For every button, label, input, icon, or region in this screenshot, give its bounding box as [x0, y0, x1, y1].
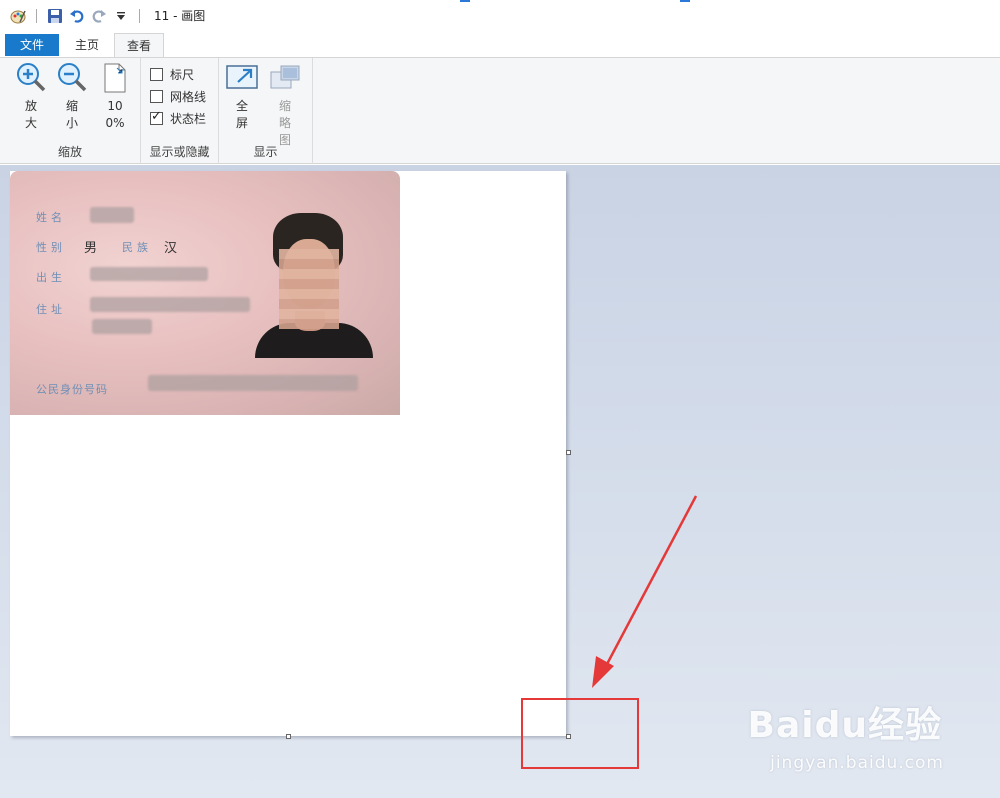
show-hide-group-label: 显示或隐藏: [149, 145, 210, 159]
ribbon-tabs: 文件 主页 查看: [0, 31, 1000, 59]
id-ethnicity-label: 民族: [122, 241, 152, 254]
id-gender-value: 男: [84, 241, 98, 256]
toolbar-separator: [139, 8, 140, 23]
status-bar-check-box[interactable]: [150, 109, 163, 125]
annotation-box: [521, 698, 639, 769]
zoom-out-icon: [58, 63, 87, 92]
rulers-label: 标尺: [170, 67, 195, 82]
tab-file[interactable]: 文件: [5, 34, 59, 56]
thumbnail-label: 缩略图: [278, 99, 291, 147]
full-screen-label: 全屏: [235, 99, 248, 130]
zoom-out-button[interactable]: 缩小: [53, 62, 91, 132]
ribbon-panel: 放大 缩小 100% 缩放 标尺 网格线 状态栏 显示或隐藏 全屏: [0, 57, 1000, 164]
blurred-address-2: [92, 319, 152, 334]
zoom-group: 放大 缩小 100% 缩放: [0, 58, 141, 164]
baidu-watermark: Baidu经验: [747, 705, 942, 746]
status-bar-label: 状态栏: [170, 111, 207, 126]
id-name-label: 姓名: [36, 211, 66, 224]
id-ethnicity-value: 汉: [164, 241, 178, 256]
full-screen-icon: [226, 65, 258, 89]
drawing-canvas[interactable]: 姓名 性别 男 民族 汉 出生 住址 公民身份号码: [10, 171, 566, 736]
page-100-icon: [104, 63, 126, 93]
customize-dropdown-icon[interactable]: [113, 8, 129, 24]
gridlines-check-box[interactable]: [150, 89, 163, 103]
id-birth-label: 出生: [36, 271, 66, 284]
zoom-in-icon: [17, 63, 46, 92]
zoom-out-label: 缩小: [65, 99, 78, 130]
zoom-100-button[interactable]: 100%: [96, 62, 134, 132]
id-address-label: 住址: [36, 303, 66, 316]
status-bar-checkbox[interactable]: 状态栏: [150, 109, 206, 127]
tab-home[interactable]: 主页: [64, 33, 110, 58]
baidu-watermark-url: jingyan.baidu.com: [770, 753, 944, 773]
photo-mosaic: [279, 249, 339, 329]
zoom-in-button[interactable]: 放大: [12, 62, 50, 132]
thumbnail-icon: [270, 65, 300, 89]
quick-access-toolbar: 11 - 画图: [10, 7, 205, 24]
display-group: 全屏 缩略图 显示: [219, 58, 313, 164]
tab-view[interactable]: 查看: [114, 33, 164, 59]
zoom-in-label: 放大: [24, 99, 37, 130]
title-accent: [680, 0, 690, 2]
undo-icon[interactable]: [69, 8, 85, 24]
paint-app-icon[interactable]: [10, 8, 26, 24]
zoom-group-label: 缩放: [57, 145, 82, 159]
blurred-birth: [90, 267, 208, 281]
title-accent: [460, 0, 470, 2]
rulers-check-box[interactable]: [150, 67, 163, 81]
blurred-name: [90, 207, 134, 223]
zoom-100-label: 100%: [105, 99, 125, 130]
id-photo: [255, 211, 373, 358]
redo-icon[interactable]: [91, 8, 107, 24]
thumbnail-button[interactable]: 缩略图: [267, 62, 303, 149]
id-gender-label: 性别: [36, 241, 66, 254]
resize-handle-right[interactable]: [566, 450, 571, 455]
full-screen-button[interactable]: 全屏: [224, 62, 260, 132]
id-number-label: 公民身份号码: [36, 383, 108, 396]
blurred-address: [90, 297, 250, 312]
save-icon[interactable]: [47, 8, 63, 24]
toolbar-separator: [36, 8, 37, 23]
id-card-image: 姓名 性别 男 民族 汉 出生 住址 公民身份号码: [10, 171, 400, 415]
show-hide-group: 标尺 网格线 状态栏 显示或隐藏: [141, 58, 219, 164]
gridlines-label: 网格线: [170, 89, 207, 104]
display-group-label: 显示: [253, 145, 278, 159]
title-bar: 11 - 画图: [0, 0, 1000, 31]
resize-handle-bottom[interactable]: [286, 734, 291, 739]
gridlines-checkbox[interactable]: 网格线: [150, 87, 206, 105]
window-title: 11 - 画图: [154, 9, 206, 23]
blurred-id-number: [148, 375, 358, 391]
rulers-checkbox[interactable]: 标尺: [150, 65, 194, 83]
